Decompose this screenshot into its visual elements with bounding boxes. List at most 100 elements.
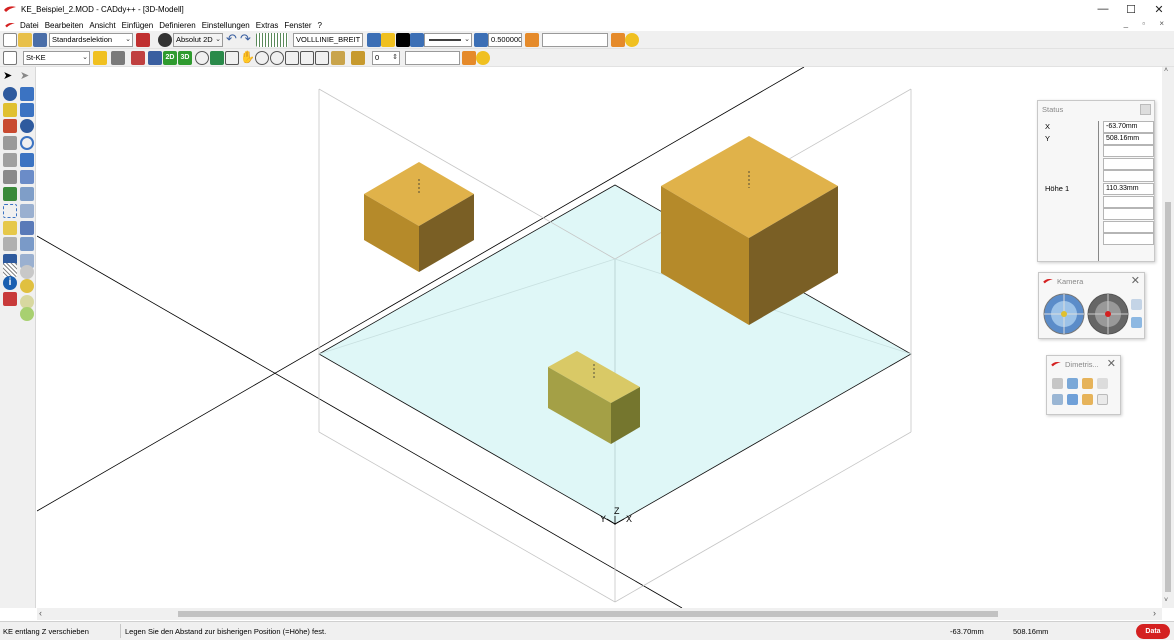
lightbulb-icon[interactable] xyxy=(625,33,639,47)
level-stepper[interactable]: 0 ⇕ xyxy=(372,51,400,65)
model-drawing[interactable]: Y Z X xyxy=(37,67,1162,608)
edit-e-icon[interactable] xyxy=(148,51,162,65)
redo-icon[interactable]: ↷ xyxy=(240,32,254,47)
color-swatch-gold[interactable] xyxy=(351,51,365,65)
menu-einstellungen[interactable]: Einstellungen xyxy=(199,21,253,30)
width-stack-icon[interactable] xyxy=(474,33,488,47)
array-icon[interactable] xyxy=(3,237,17,251)
yellow-ball-icon[interactable] xyxy=(20,279,34,293)
grid-pattern-icon[interactable] xyxy=(256,33,288,47)
object-type-select[interactable]: St-KE ⌄ xyxy=(23,51,90,65)
zoom-in-icon[interactable] xyxy=(255,51,269,65)
view-3d-button[interactable]: 3D xyxy=(178,51,192,65)
menu-definieren[interactable]: Definieren xyxy=(156,21,198,30)
union-icon[interactable] xyxy=(20,221,34,235)
box-left[interactable] xyxy=(364,162,474,272)
maximize-button[interactable]: ☐ xyxy=(1116,0,1146,18)
zoom-previous-icon[interactable] xyxy=(300,51,314,65)
properties-icon[interactable] xyxy=(611,33,625,47)
scroll-down-icon[interactable]: ˅ xyxy=(1164,597,1168,604)
scroll-up-icon[interactable]: ˄ xyxy=(1164,67,1168,74)
camera-panel-close-icon[interactable]: ✕ xyxy=(1131,274,1140,287)
minimize-button[interactable]: — xyxy=(1088,0,1118,18)
chain-icon[interactable] xyxy=(20,265,34,279)
sweep-icon[interactable] xyxy=(20,204,34,218)
scroll-right-icon[interactable]: › xyxy=(1153,608,1156,618)
box-solid-icon[interactable] xyxy=(20,87,34,101)
ke-tool-icon[interactable] xyxy=(3,51,17,65)
menu-fenster[interactable]: Fenster xyxy=(281,21,314,30)
toolbar1-text-field[interactable] xyxy=(542,33,608,47)
vertical-scroll-thumb[interactable] xyxy=(1165,202,1171,592)
camera-target-icon[interactable] xyxy=(1086,292,1130,336)
torus-icon[interactable] xyxy=(20,136,34,150)
view-cube-icon[interactable] xyxy=(1082,378,1093,389)
extrude-icon[interactable] xyxy=(20,187,34,201)
camera-orbit-icon[interactable] xyxy=(1042,292,1086,336)
horizontal-scroll-thumb[interactable] xyxy=(178,611,998,617)
view-cube-icon[interactable] xyxy=(1082,394,1093,405)
sphere-icon[interactable] xyxy=(3,87,17,101)
view-cube-icon[interactable] xyxy=(1052,378,1063,389)
pen-icon[interactable] xyxy=(131,51,145,65)
measure-tool-icon[interactable] xyxy=(3,221,17,235)
camera-cube-bottom-icon[interactable] xyxy=(1131,317,1142,328)
status-panel-pin-icon[interactable] xyxy=(1140,104,1151,115)
zoom-out-icon[interactable] xyxy=(270,51,284,65)
coordinate-mode-select[interactable]: Absolut 2D ⌄ xyxy=(173,33,223,47)
bulb-small-icon[interactable] xyxy=(93,51,107,65)
toolbar2-text-field[interactable] xyxy=(405,51,460,65)
snap-icon[interactable] xyxy=(111,51,125,65)
pan-hand-icon[interactable]: ✋ xyxy=(240,51,255,65)
horizontal-scrollbar[interactable]: ‹ › xyxy=(37,608,1162,620)
properties-2-icon[interactable] xyxy=(462,51,476,65)
selection-filter-icon[interactable] xyxy=(136,33,150,47)
menu-extras[interactable]: Extras xyxy=(253,21,282,30)
view-2d-button[interactable]: 2D xyxy=(163,51,177,65)
line-style-select[interactable]: ⌄ xyxy=(424,33,472,47)
cylinder-icon[interactable] xyxy=(20,103,34,117)
hatch-icon[interactable] xyxy=(3,136,17,150)
lightbulb-2-icon[interactable] xyxy=(476,51,490,65)
undo-icon[interactable]: ↶ xyxy=(226,32,240,47)
menu-bearbeiten[interactable]: Bearbeiten xyxy=(42,21,87,30)
cone-icon[interactable] xyxy=(20,153,34,167)
orbit-icon[interactable] xyxy=(195,51,209,65)
camera-cube-top-icon[interactable] xyxy=(1131,299,1142,310)
view-cube-icon[interactable] xyxy=(1052,394,1063,405)
green-ball-icon[interactable] xyxy=(20,307,34,321)
menu-ansicht[interactable]: Ansicht xyxy=(86,21,118,30)
eraser-icon[interactable] xyxy=(3,292,17,306)
select-arrow-alt-icon[interactable]: ➤ xyxy=(20,70,34,84)
view-cube-icon[interactable] xyxy=(1067,394,1078,405)
line-width-input[interactable]: 0.500000 xyxy=(488,33,522,47)
pencil-icon[interactable] xyxy=(3,119,17,133)
green-pen-icon[interactable] xyxy=(3,187,17,201)
menu-help[interactable]: ? xyxy=(315,21,325,30)
view-cube-icon[interactable] xyxy=(1097,378,1108,389)
walk-icon[interactable] xyxy=(210,51,224,65)
zoom-all-icon[interactable] xyxy=(285,51,299,65)
render-box-icon[interactable] xyxy=(331,51,345,65)
dimension-icon[interactable] xyxy=(3,204,17,218)
info-icon[interactable]: i xyxy=(3,276,17,290)
rotate-icon[interactable] xyxy=(3,170,17,184)
transform-icon[interactable] xyxy=(3,153,17,167)
close-button[interactable]: ✕ xyxy=(1144,0,1174,18)
vertical-scrollbar[interactable]: ˄ ˅ xyxy=(1162,67,1174,608)
layer-stack-icon[interactable] xyxy=(367,33,381,47)
line-stack-icon[interactable] xyxy=(410,33,424,47)
new-file-icon[interactable] xyxy=(3,33,17,47)
layer-bulb-icon[interactable] xyxy=(381,33,395,47)
color-swatch-black[interactable] xyxy=(396,33,410,47)
dimetric-panel-close-icon[interactable]: ✕ xyxy=(1107,357,1116,370)
line-type-input[interactable]: VOLLLINIE_BREIT xyxy=(293,33,363,47)
mdi-controls[interactable]: _ ▫ × xyxy=(1124,19,1170,28)
ring-icon[interactable] xyxy=(20,170,34,184)
view-cube-icon[interactable] xyxy=(1097,394,1108,405)
measure-icon[interactable] xyxy=(315,51,329,65)
save-icon[interactable] xyxy=(33,33,47,47)
sphere-2-icon[interactable] xyxy=(20,119,34,133)
snap-circle-icon[interactable] xyxy=(3,103,17,117)
view-cube-icon[interactable] xyxy=(1067,378,1078,389)
